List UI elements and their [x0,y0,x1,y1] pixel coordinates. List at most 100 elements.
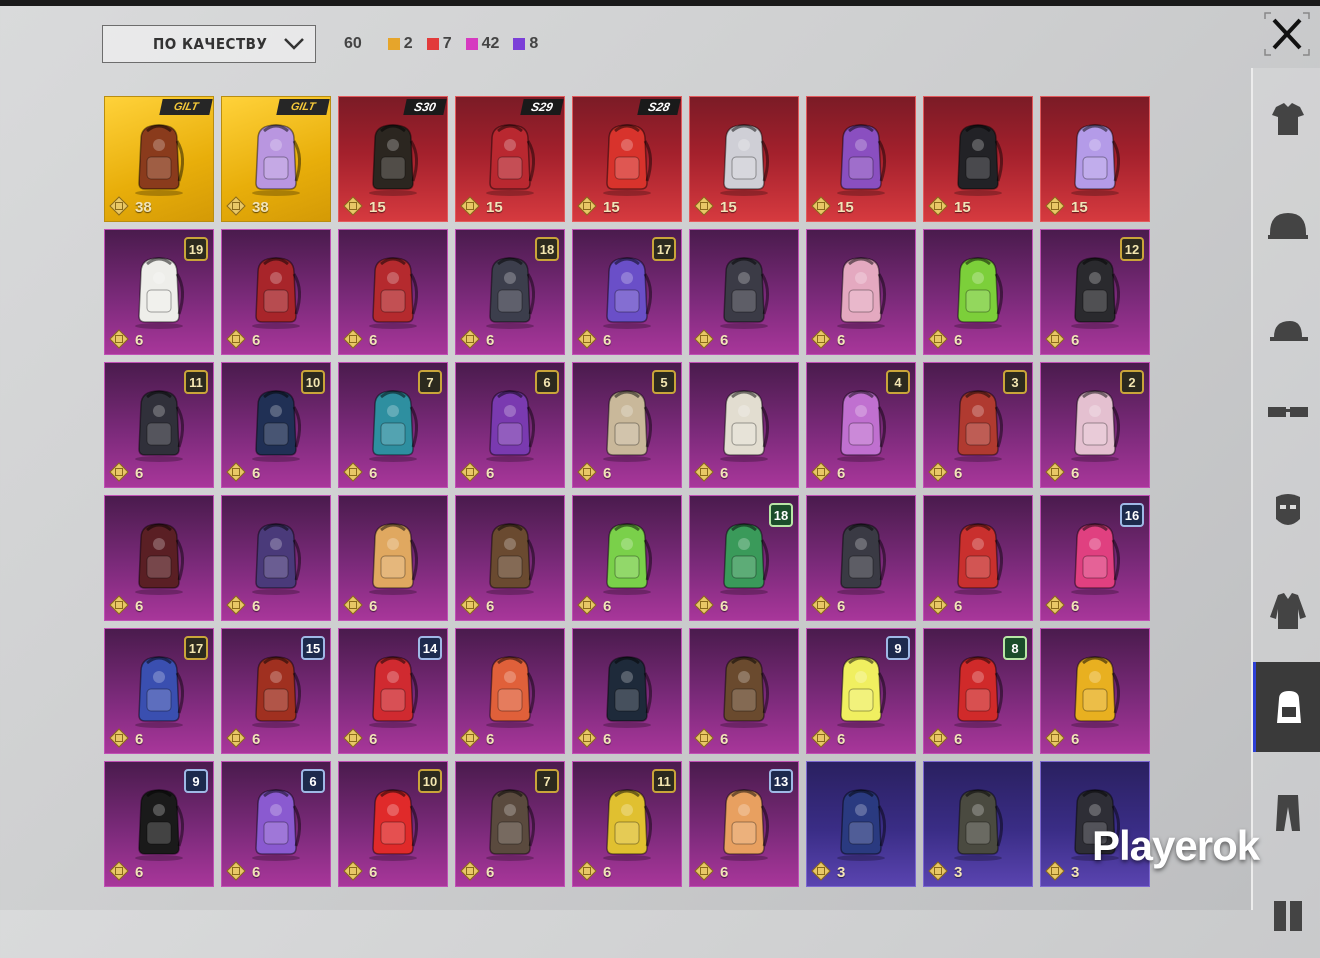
backpack-tile[interactable]: 6 [455,495,565,621]
nav-helmet[interactable] [1253,182,1320,272]
backpack-tile[interactable]: 15 [806,96,916,222]
backpack-tile[interactable]: 6 [455,628,565,754]
nav-backpack[interactable] [1253,662,1320,752]
tile-price: 6 [1071,465,1080,482]
backpack-tile[interactable]: 3 [806,761,916,887]
backpack-icon [954,656,1003,728]
backpack-tile[interactable]: 36 [923,362,1033,488]
backpack-tile[interactable]: 6 [104,495,214,621]
backpack-tile[interactable]: 14 6 [338,628,448,754]
sort-dropdown[interactable]: ПО КАЧЕСТВУ [102,25,316,63]
backpack-tile[interactable]: 10 6 [338,761,448,887]
points-diamond-icon [343,861,363,881]
nav-pants[interactable] [1253,768,1320,858]
points-diamond-icon [226,329,246,349]
gilt-tag: GILT [276,99,330,115]
tile-price: 3 [1071,864,1080,881]
backpack-tile[interactable]: 19 6 [104,229,214,355]
close-button[interactable] [1263,11,1311,57]
backpack-tile[interactable]: 6 [221,495,331,621]
nav-glasses[interactable] [1253,368,1320,458]
backpack-tile[interactable]: 10 6 [221,362,331,488]
nav-jacket[interactable] [1253,566,1320,656]
backpack-icon [954,523,1003,595]
backpack-tile[interactable]: 6 [689,362,799,488]
backpack-tile[interactable]: S29 15 [455,96,565,222]
tile-price: 15 [369,199,386,216]
tile-price: 6 [252,465,261,482]
points-diamond-icon [811,196,831,216]
tile-price: 6 [486,864,495,881]
tile-price: 3 [837,864,846,881]
points-diamond-icon [928,595,948,615]
tile-price: 6 [369,332,378,349]
backpack-tile[interactable]: 6 [572,495,682,621]
backpack-tile[interactable]: 6 [806,495,916,621]
points-diamond-icon [109,861,129,881]
backpack-tile[interactable]: 96 [806,628,916,754]
backpack-tile[interactable]: 3 [923,761,1033,887]
backpack-tile[interactable]: 17 6 [104,628,214,754]
backpack-tile[interactable]: 15 [1040,96,1150,222]
backpack-tile[interactable]: 15 [923,96,1033,222]
backpack-icon [486,656,535,728]
backpack-tile[interactable]: 6 [221,229,331,355]
tile-price: 6 [603,465,612,482]
backpack-tile[interactable]: GILT 38 [104,96,214,222]
backpack-tile[interactable]: 6 [806,229,916,355]
backpack-tile[interactable]: 76 [455,761,565,887]
backpack-tile[interactable]: 56 [572,362,682,488]
nav-cap[interactable] [1253,288,1320,378]
nav-mask[interactable] [1253,466,1320,556]
backpack-tile[interactable]: GILT 38 [221,96,331,222]
backpack-tile[interactable]: 96 [104,761,214,887]
total-count: 60 [344,35,362,52]
backpack-tile[interactable]: 11 6 [572,761,682,887]
backpack-tile[interactable]: 76 [338,362,448,488]
backpack-tile[interactable]: 6 [923,229,1033,355]
nav-shirt[interactable] [1253,76,1320,166]
tile-price: 6 [720,731,729,748]
backpack-tile[interactable]: 15 [689,96,799,222]
backpack-icon [954,124,1003,196]
backpack-tile[interactable]: S30 15 [338,96,448,222]
backpack-icon [252,390,301,462]
backpack-icon [1071,523,1120,595]
backpack-tile[interactable]: 6 [689,229,799,355]
top-bar [0,0,1320,6]
backpack-tile[interactable]: 6 [338,229,448,355]
backpack-tile[interactable]: 6 [572,628,682,754]
backpack-tile[interactable]: 6 [338,495,448,621]
backpack-tile[interactable]: 18 6 [689,495,799,621]
points-diamond-icon [577,728,597,748]
backpack-tile[interactable]: 13 6 [689,761,799,887]
count-gold: 2 [387,35,413,53]
backpack-tile[interactable]: 46 [806,362,916,488]
backpack-tile[interactable]: S28 15 [572,96,682,222]
backpack-tile[interactable]: 66 [455,362,565,488]
backpack-tile[interactable]: 6 [689,628,799,754]
tile-price: 15 [486,199,503,216]
backpack-tile[interactable]: 15 6 [221,628,331,754]
backpack-tile[interactable]: 66 [221,761,331,887]
tile-price: 6 [720,465,729,482]
tile-price: 15 [837,199,854,216]
backpack-icon [369,523,418,595]
backpack-tile[interactable]: 11 6 [104,362,214,488]
backpack-tile[interactable]: 17 6 [572,229,682,355]
points-diamond-icon [109,595,129,615]
backpack-tile[interactable]: 26 [1040,362,1150,488]
backpack-icon [135,523,184,595]
backpack-tile[interactable]: 16 6 [1040,495,1150,621]
backpack-icon [720,656,769,728]
chevron-down-icon [284,38,304,50]
nav-shoes[interactable] [1253,868,1320,958]
red-square-icon [426,38,439,50]
points-diamond-icon [811,462,831,482]
backpack-tile[interactable]: 6 [1040,628,1150,754]
backpack-tile[interactable]: 6 [923,495,1033,621]
backpack-tile[interactable]: 12 6 [1040,229,1150,355]
backpack-icon [252,523,301,595]
backpack-tile[interactable]: 18 6 [455,229,565,355]
backpack-tile[interactable]: 86 [923,628,1033,754]
